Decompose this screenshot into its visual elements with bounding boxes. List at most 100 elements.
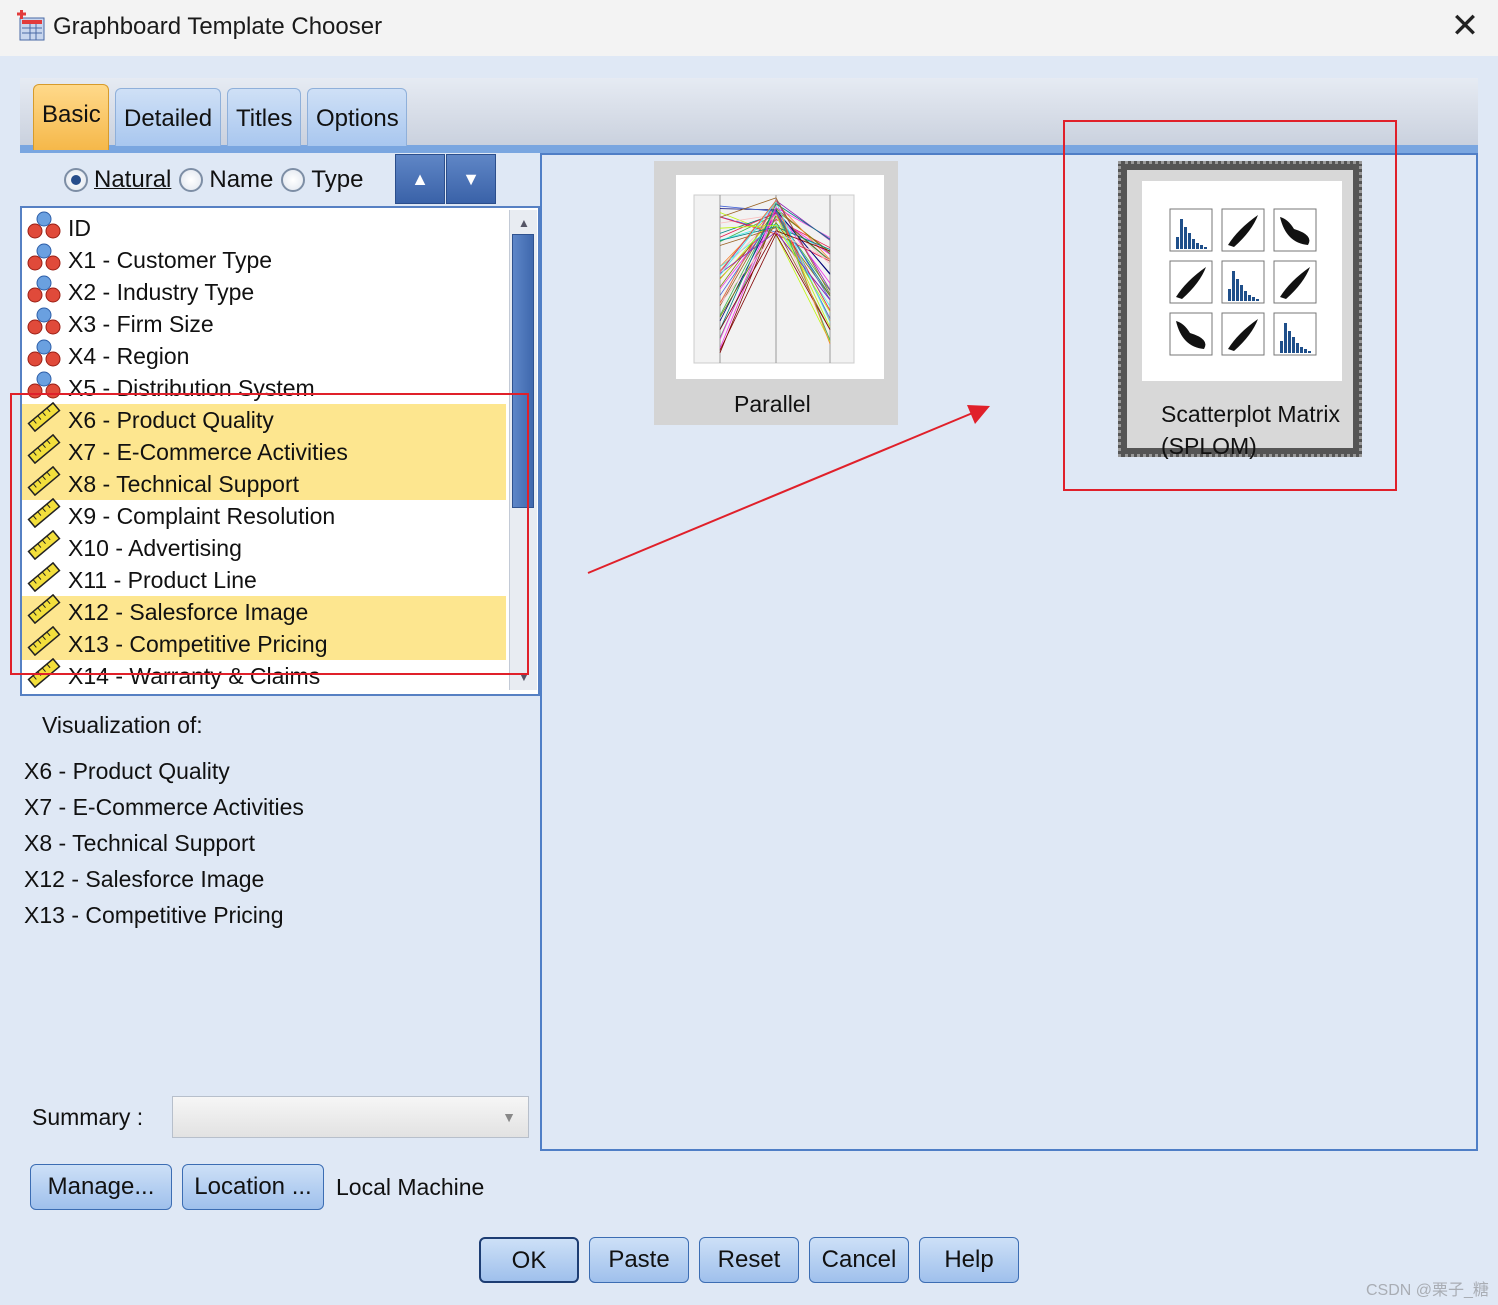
variable-list-item[interactable]: X4 - Region	[22, 339, 506, 372]
splom-hist-bar	[1296, 343, 1299, 353]
template-splom-label: Scatterplot Matrix (SPLOM)	[1161, 401, 1340, 459]
variable-label: ID	[68, 214, 91, 241]
variable-label: X11 - Product Line	[68, 566, 257, 593]
variable-label: X1 - Customer Type	[68, 246, 273, 273]
variable-list-item[interactable]: X13 - Competitive Pricing	[22, 625, 506, 660]
visualization-heading: Visualization of:	[42, 712, 203, 738]
variable-list-item[interactable]: X9 - Complaint Resolution	[22, 497, 506, 534]
variable-label: X9 - Complaint Resolution	[68, 502, 336, 529]
variable-label: X14 - Warranty & Claims	[68, 662, 321, 689]
location-value: Local Machine	[336, 1174, 485, 1200]
parallel-thumbnail-image	[676, 175, 884, 379]
nominal-measure-icon	[22, 210, 68, 246]
splom-hist-bar	[1200, 245, 1203, 249]
nominal-measure-icon	[22, 306, 68, 342]
variable-list-item[interactable]: X7 - E-Commerce Activities	[22, 433, 506, 470]
variable-list[interactable]: ID X1 - Customer Type X2 - Industry Type X3…	[20, 206, 540, 696]
tab-titles[interactable]: Titles	[227, 88, 301, 146]
chevron-down-icon: ▼	[502, 1109, 516, 1125]
template-parallel-label: Parallel	[734, 391, 811, 417]
template-scatterplot-matrix[interactable]: Scatterplot Matrix (SPLOM)	[1118, 161, 1362, 459]
location-button[interactable]: Location ...	[182, 1164, 324, 1210]
manage-button[interactable]: Manage...	[30, 1164, 172, 1210]
sort-type-radio[interactable]: Type	[281, 166, 363, 194]
tab-underline	[20, 145, 1478, 153]
scale-ruler-icon	[22, 497, 68, 534]
sort-natural-radio[interactable]: Natural	[64, 166, 171, 194]
scale-ruler-icon	[22, 401, 68, 438]
tab-options[interactable]: Options	[307, 88, 407, 146]
sort-natural-label: Natural	[94, 166, 172, 193]
splom-hist-bar	[1204, 247, 1207, 249]
sort-options: Natural Name Type	[64, 162, 371, 198]
visualization-item: X12 - Salesforce Image	[24, 866, 265, 892]
radio-checked-icon	[64, 168, 88, 192]
splom-hist-bar	[1292, 337, 1295, 353]
splom-hist-bar	[1228, 289, 1231, 301]
template-parallel[interactable]: Parallel	[654, 161, 898, 425]
variable-label: X4 - Region	[68, 342, 190, 369]
splom-hist-bar	[1176, 237, 1179, 249]
scroll-down-icon[interactable]: ▼	[512, 666, 536, 688]
splom-hist-bar	[1280, 341, 1283, 353]
variable-list-item[interactable]: X6 - Product Quality	[22, 401, 506, 438]
splom-hist-bar	[1284, 323, 1287, 353]
variable-label: X13 - Competitive Pricing	[68, 630, 328, 657]
cancel-button[interactable]: Cancel	[809, 1237, 909, 1283]
visualization-item: X13 - Competitive Pricing	[24, 902, 284, 928]
scale-ruler-icon	[22, 561, 68, 598]
summary-dropdown[interactable]: ▼	[172, 1096, 529, 1138]
variable-list-item[interactable]: X11 - Product Line	[22, 561, 506, 598]
tab-basic[interactable]: Basic	[33, 84, 109, 150]
window-title: Graphboard Template Chooser	[53, 13, 383, 40]
nominal-measure-icon	[22, 274, 68, 310]
splom-hist-bar	[1248, 295, 1251, 301]
scroll-thumb[interactable]	[512, 234, 534, 508]
splom-hist-bar	[1256, 299, 1259, 301]
splom-hist-bar	[1300, 347, 1303, 353]
variable-list-item[interactable]: ID	[22, 210, 506, 246]
radio-unchecked-icon	[179, 168, 204, 192]
splom-hist-bar	[1196, 243, 1199, 249]
variable-list-item[interactable]: X3 - Firm Size	[22, 306, 506, 342]
help-button[interactable]: Help	[919, 1237, 1019, 1283]
splom-hist-bar	[1236, 279, 1239, 301]
variable-list-item[interactable]: X12 - Salesforce Image	[22, 593, 506, 630]
scale-ruler-icon	[22, 465, 68, 502]
variable-label: X12 - Salesforce Image	[68, 598, 309, 625]
sort-type-label: Type	[311, 166, 364, 193]
splom-hist-bar	[1192, 239, 1195, 249]
sort-descending-button[interactable]: ▼	[446, 154, 496, 204]
ok-button[interactable]: OK	[479, 1237, 579, 1283]
variable-list-item[interactable]: X8 - Technical Support	[22, 465, 506, 502]
splom-hist-bar	[1308, 351, 1311, 353]
variable-list-item[interactable]: X2 - Industry Type	[22, 274, 506, 310]
variable-list-item[interactable]: X14 - Warranty & Claims	[22, 657, 506, 694]
scroll-up-icon[interactable]: ▲	[512, 212, 536, 234]
splom-hist-bar	[1240, 285, 1243, 301]
close-icon[interactable]: ✕	[1448, 9, 1482, 43]
scale-ruler-icon	[22, 657, 68, 694]
tab-detailed[interactable]: Detailed	[115, 88, 221, 146]
variable-list-item[interactable]: X10 - Advertising	[22, 529, 506, 564]
reset-button[interactable]: Reset	[699, 1237, 799, 1283]
splom-hist-bar	[1232, 271, 1235, 301]
variable-label: X10 - Advertising	[68, 534, 242, 561]
splom-hist-bar	[1184, 227, 1187, 249]
variable-label: X2 - Industry Type	[68, 278, 255, 305]
sort-ascending-button[interactable]: ▲	[395, 154, 445, 204]
splom-hist-bar	[1244, 291, 1247, 301]
paste-button[interactable]: Paste	[589, 1237, 689, 1283]
nominal-measure-icon	[22, 242, 68, 278]
variable-label: X3 - Firm Size	[68, 310, 214, 337]
sort-name-radio[interactable]: Name	[179, 166, 273, 194]
variable-list-item[interactable]: X5 - Distribution System	[22, 371, 506, 404]
variable-list-item[interactable]: X1 - Customer Type	[22, 242, 506, 278]
splom-hist-bar	[1304, 349, 1307, 353]
visualization-item: X8 - Technical Support	[24, 830, 255, 856]
variable-list-scrollbar[interactable]: ▲ ▼	[509, 210, 537, 690]
scale-ruler-icon	[22, 593, 68, 630]
variable-label: X8 - Technical Support	[68, 470, 299, 497]
scale-ruler-icon	[22, 433, 68, 470]
splom-hist-bar	[1288, 331, 1291, 353]
